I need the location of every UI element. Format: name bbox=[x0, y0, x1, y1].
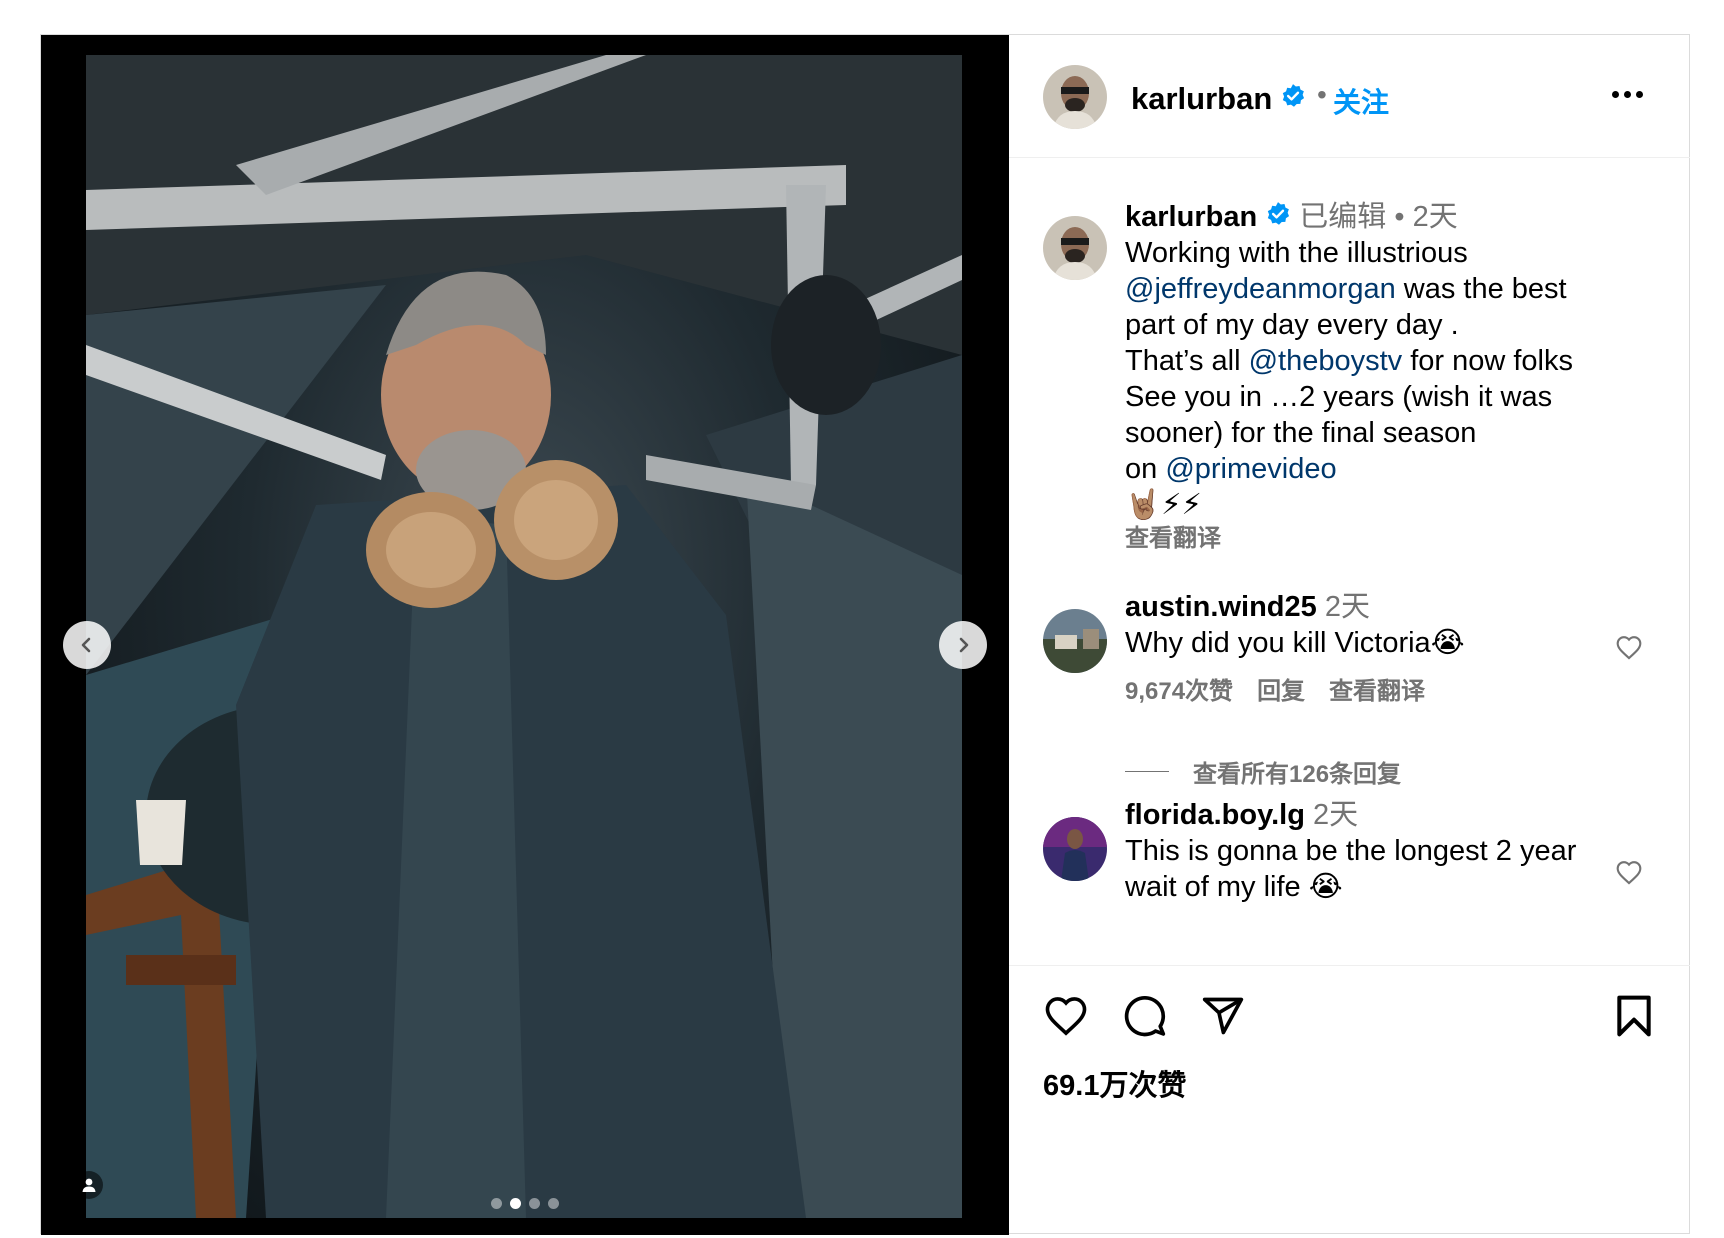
caption-username[interactable]: karlurban bbox=[1125, 201, 1257, 233]
commenter-avatar[interactable] bbox=[1043, 609, 1107, 673]
more-dot-icon bbox=[1624, 91, 1631, 98]
divider-line bbox=[1125, 771, 1169, 772]
caption-text-line: on @primevideo bbox=[1125, 451, 1337, 487]
post-actions-footer: 69.1万次赞 bbox=[1009, 965, 1690, 1235]
author-username[interactable]: karlurban bbox=[1131, 81, 1272, 117]
carousel-dot bbox=[491, 1198, 502, 1209]
speech-bubble-icon bbox=[1124, 996, 1166, 1037]
previous-photo-button[interactable] bbox=[63, 621, 111, 669]
comments-section: karlurban 已编辑 • 2天 Working with the illu… bbox=[1009, 159, 1690, 963]
carousel-indicator bbox=[41, 1198, 1009, 1209]
comment-text: wait of my life 😭 bbox=[1125, 871, 1343, 903]
caption-separator: • bbox=[1394, 201, 1405, 233]
post-media bbox=[41, 35, 1009, 1235]
more-options-button[interactable] bbox=[1612, 91, 1643, 98]
comment-timestamp[interactable]: 2天 bbox=[1325, 591, 1370, 623]
caption-see-translation[interactable]: 查看翻译 bbox=[1125, 521, 1221, 557]
post-side-panel: karlurban • 关注 karlurban 已编辑 • 2天 Workin… bbox=[1009, 35, 1690, 1235]
caption-edited-label: 已编辑 bbox=[1299, 201, 1387, 233]
comment-actions: 9,674次赞 回复 查看翻译 bbox=[1125, 671, 1425, 706]
user-icon bbox=[82, 1178, 96, 1192]
caption-text: on bbox=[1125, 453, 1166, 485]
chevron-right-icon bbox=[959, 637, 969, 653]
commenter-avatar[interactable] bbox=[1043, 817, 1107, 881]
post-header: karlurban • 关注 bbox=[1009, 35, 1690, 158]
like-comment-button[interactable] bbox=[1615, 634, 1643, 665]
carousel-dot-active bbox=[510, 1198, 521, 1209]
post-photo[interactable] bbox=[86, 55, 962, 1218]
view-replies-label: 查看所有126条回复 bbox=[1193, 761, 1402, 788]
next-photo-button[interactable] bbox=[939, 621, 987, 669]
photo-illustration bbox=[86, 55, 962, 1218]
post-like-count[interactable]: 69.1万次赞 bbox=[1043, 1062, 1186, 1104]
comment-like-count[interactable]: 9,674次赞 bbox=[1125, 671, 1233, 706]
comment-reply-button[interactable]: 回复 bbox=[1257, 671, 1305, 706]
verified-badge-icon bbox=[1265, 200, 1291, 236]
caption-header: karlurban 已编辑 • 2天 bbox=[1125, 199, 1458, 236]
carousel-dot bbox=[529, 1198, 540, 1209]
post-dialog: karlurban • 关注 karlurban 已编辑 • 2天 Workin… bbox=[40, 34, 1690, 1235]
caption-text-line: part of my day every day . bbox=[1125, 309, 1459, 341]
heart-icon bbox=[1616, 861, 1642, 885]
caption-timestamp[interactable]: 2天 bbox=[1413, 201, 1458, 233]
caption-text-line: sooner) for the final season bbox=[1125, 417, 1477, 449]
author-avatar[interactable] bbox=[1043, 65, 1107, 129]
commenter-username[interactable]: austin.wind25 bbox=[1125, 591, 1317, 623]
caption-text: That’s all bbox=[1125, 345, 1249, 377]
more-dot-icon bbox=[1636, 91, 1643, 98]
caption-text-line: See you in …2 years (wish it was bbox=[1125, 381, 1553, 413]
comment-header: florida.boy.lg 2天 bbox=[1125, 797, 1358, 833]
heart-icon bbox=[1045, 997, 1087, 1036]
comment-see-translation[interactable]: 查看翻译 bbox=[1329, 671, 1425, 706]
caption-author-avatar[interactable] bbox=[1043, 216, 1107, 280]
caption-text-line: @jeffreydeanmorgan was the best bbox=[1125, 271, 1567, 307]
mention-link[interactable]: @theboystv bbox=[1249, 345, 1403, 377]
paper-plane-icon bbox=[1202, 997, 1244, 1035]
view-replies-button[interactable]: 查看所有126条回复 bbox=[1125, 754, 1401, 789]
caption-text: for now folks bbox=[1402, 345, 1573, 377]
tagged-users-button[interactable] bbox=[75, 1171, 103, 1199]
caption-text: was the best bbox=[1395, 273, 1567, 305]
mention-link[interactable]: @primevideo bbox=[1165, 453, 1336, 485]
share-button[interactable] bbox=[1201, 994, 1245, 1043]
comment-text: Why did you kill Victoria😭 bbox=[1125, 627, 1465, 659]
more-dot-icon bbox=[1612, 91, 1619, 98]
bookmark-icon bbox=[1617, 995, 1651, 1037]
comment-timestamp[interactable]: 2天 bbox=[1313, 799, 1358, 831]
caption-text-line: Working with the illustrious bbox=[1125, 237, 1468, 269]
caption-emoji: 🤘🏽⚡⚡ bbox=[1125, 489, 1202, 521]
comment-button[interactable] bbox=[1123, 994, 1167, 1043]
chevron-left-icon bbox=[81, 637, 91, 653]
verified-badge-icon bbox=[1280, 83, 1306, 114]
follow-button[interactable]: 关注 bbox=[1333, 81, 1389, 121]
header-separator: • bbox=[1317, 79, 1327, 110]
carousel-dot bbox=[548, 1198, 559, 1209]
like-comment-button[interactable] bbox=[1615, 859, 1643, 890]
commenter-username[interactable]: florida.boy.lg bbox=[1125, 799, 1305, 831]
heart-icon bbox=[1616, 636, 1642, 660]
mention-link[interactable]: @jeffreydeanmorgan bbox=[1125, 273, 1396, 305]
comment-header: austin.wind25 2天 bbox=[1125, 589, 1370, 625]
like-button[interactable] bbox=[1043, 994, 1089, 1041]
caption-text-line: That’s all @theboystv for now folks bbox=[1125, 343, 1573, 379]
save-button[interactable] bbox=[1614, 994, 1654, 1043]
comment-text: This is gonna be the longest 2 year bbox=[1125, 835, 1577, 867]
